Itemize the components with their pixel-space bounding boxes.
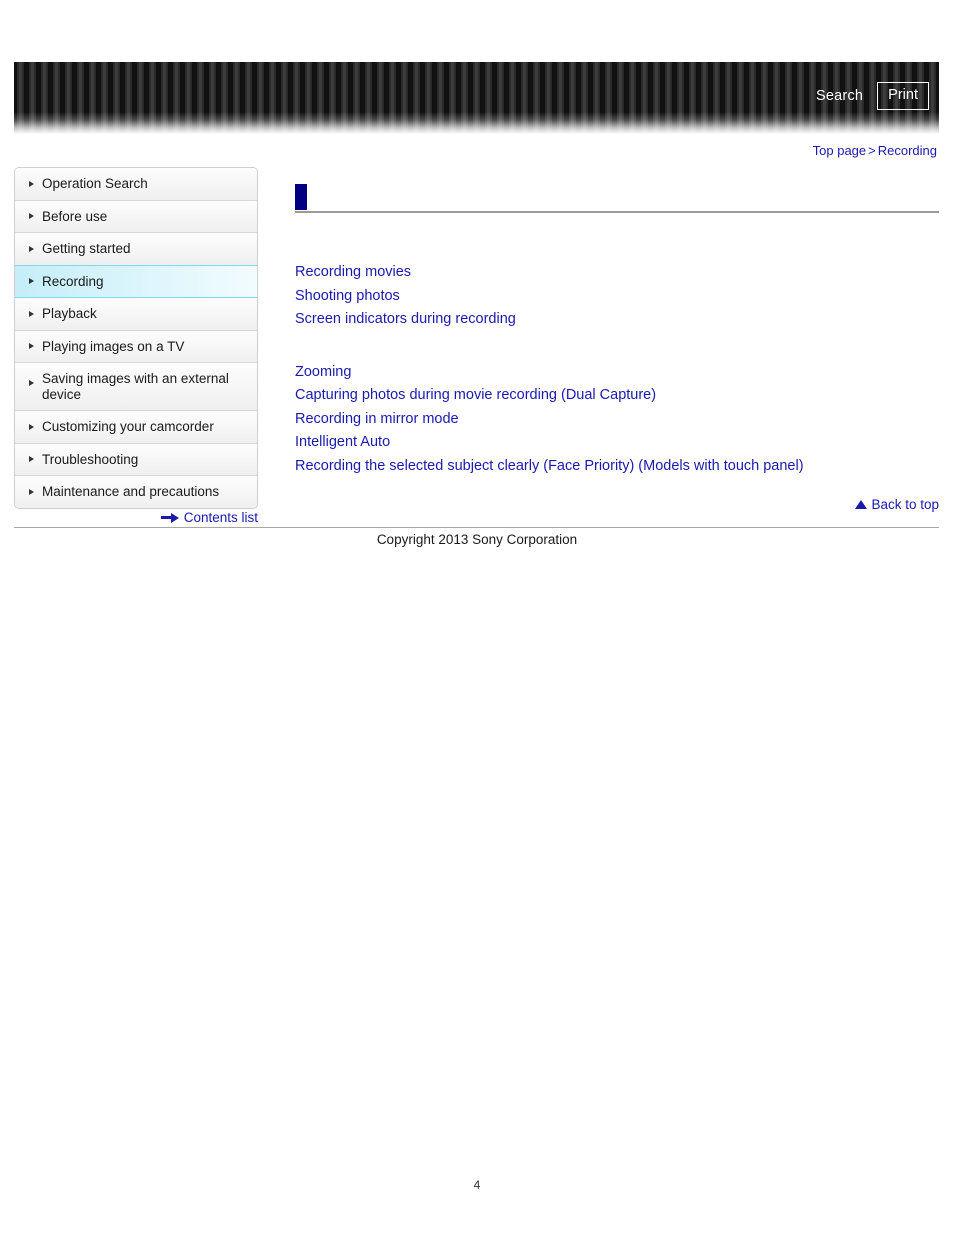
breadcrumb-item-top-page[interactable]: Top page xyxy=(813,143,867,158)
sidebar-navigation: Operation Search Before use Getting star… xyxy=(14,167,258,509)
header-banner: Search Print xyxy=(14,62,939,134)
sidebar-item-getting-started[interactable]: Getting started xyxy=(15,233,257,266)
sidebar-item-label: Playback xyxy=(42,306,97,322)
sidebar-item-label: Saving images with an external device xyxy=(42,371,229,402)
back-to-top-link[interactable]: Back to top xyxy=(871,497,939,512)
triangle-right-icon xyxy=(29,180,34,187)
triangle-right-icon xyxy=(29,213,34,220)
sidebar-item-troubleshooting[interactable]: Troubleshooting xyxy=(15,443,257,477)
triangle-right-icon xyxy=(29,456,34,463)
triangle-right-icon xyxy=(29,343,34,350)
sidebar-item-label: Maintenance and precautions xyxy=(42,484,220,500)
sidebar-item-label: Playing images on a TV xyxy=(42,338,185,354)
content-link-capturing-photos-during-movie-recording[interactable]: Capturing photos during movie recording … xyxy=(295,384,656,408)
breadcrumb: Top page > Recording xyxy=(813,143,937,158)
triangle-right-icon xyxy=(29,423,34,430)
sidebar-item-label: Getting started xyxy=(42,241,131,257)
content-link-screen-indicators-during-recording[interactable]: Screen indicators during recording xyxy=(295,308,516,332)
section-marker xyxy=(295,184,307,210)
section-heading xyxy=(295,184,939,213)
content-link-recording-in-mirror-mode[interactable]: Recording in mirror mode xyxy=(295,408,459,432)
triangle-right-icon xyxy=(29,488,34,495)
sidebar-item-recording[interactable]: Recording xyxy=(15,264,257,299)
header-actions: Search Print xyxy=(816,82,929,110)
print-button[interactable]: Print xyxy=(877,82,929,110)
sidebar-item-playing-images-on-a-tv[interactable]: Playing images on a TV xyxy=(15,330,257,364)
breadcrumb-item-recording[interactable]: Recording xyxy=(878,143,937,158)
sidebar-item-before-use[interactable]: Before use xyxy=(15,200,257,234)
sidebar-item-operation-search[interactable]: Operation Search xyxy=(15,168,257,201)
sidebar-item-label: Recording xyxy=(42,273,104,289)
sidebar-item-maintenance-and-precautions[interactable]: Maintenance and precautions xyxy=(15,476,257,508)
sidebar-item-playback[interactable]: Playback xyxy=(15,298,257,331)
back-to-top-row: Back to top xyxy=(295,497,939,512)
triangle-right-icon xyxy=(29,245,34,252)
footer-divider xyxy=(14,527,939,528)
copyright-text: Copyright 2013 Sony Corporation xyxy=(376,532,578,547)
sidebar-item-customizing-your-camcorder[interactable]: Customizing your camcorder xyxy=(15,411,257,444)
triangle-up-icon xyxy=(855,499,868,509)
link-group-spacer xyxy=(295,332,939,361)
search-link[interactable]: Search xyxy=(816,88,863,104)
content-link-recording-movies[interactable]: Recording movies xyxy=(295,261,411,285)
content-link-intelligent-auto[interactable]: Intelligent Auto xyxy=(295,431,390,455)
content-link-zooming[interactable]: Zooming xyxy=(295,361,351,385)
contents-list-link[interactable]: Contents list xyxy=(184,510,258,525)
sidebar-item-label: Troubleshooting xyxy=(42,451,139,467)
breadcrumb-separator: > xyxy=(868,143,876,158)
triangle-right-icon xyxy=(29,310,34,317)
content-link-shooting-photos[interactable]: Shooting photos xyxy=(295,285,400,309)
header-stripe-pattern xyxy=(14,62,939,134)
main-content: Recording movies Shooting photos Screen … xyxy=(295,184,939,512)
contents-list-row: Contents list xyxy=(14,510,258,525)
content-link-recording-the-selected-subject-clearly[interactable]: Recording the selected subject clearly (… xyxy=(295,455,804,479)
triangle-right-icon xyxy=(29,380,34,387)
sidebar-item-label: Before use xyxy=(42,208,108,224)
triangle-right-icon xyxy=(29,278,34,285)
sidebar-item-saving-images-with-an-external-device[interactable]: Saving images with an external device xyxy=(15,363,257,412)
sidebar-item-label: Operation Search xyxy=(42,176,148,191)
page-number: 4 xyxy=(473,1178,481,1192)
arrow-right-icon xyxy=(160,512,179,523)
content-link-list: Recording movies Shooting photos Screen … xyxy=(295,261,939,478)
sidebar-item-label: Customizing your camcorder xyxy=(42,419,214,435)
